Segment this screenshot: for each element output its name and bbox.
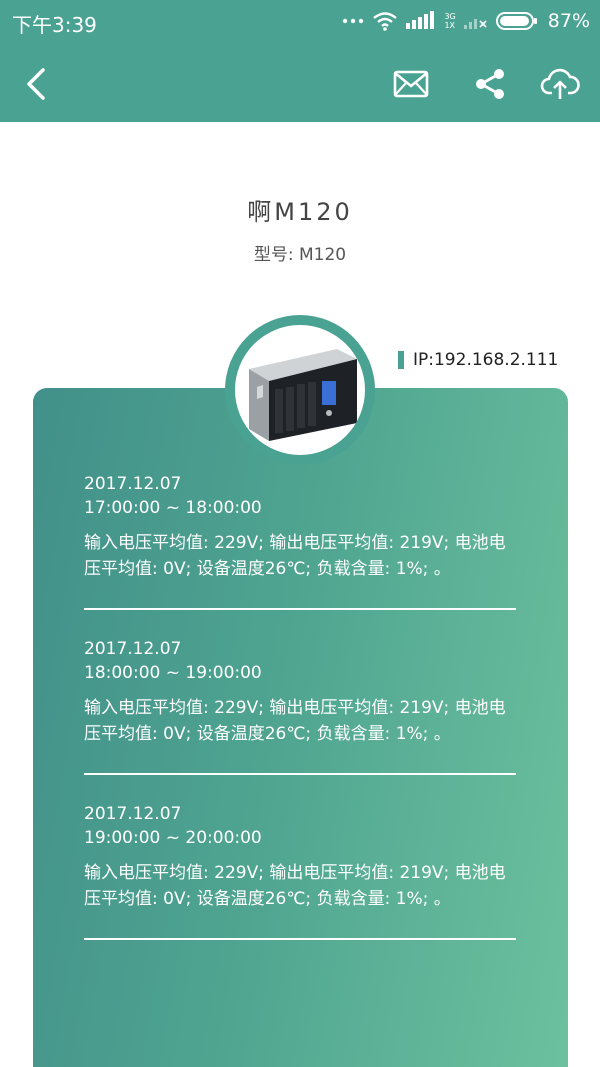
record-list: 2017.12.07 17:00:00 ~ 18:00:00 输入电压平均值: … bbox=[84, 472, 516, 967]
device-image bbox=[235, 325, 365, 455]
network-type-bottom: 1X bbox=[444, 21, 456, 30]
record-divider bbox=[84, 608, 516, 610]
back-button[interactable] bbox=[8, 56, 64, 112]
app-header: 下午3:39 3G 1X 87% bbox=[0, 0, 600, 122]
network-type: 3G 1X bbox=[444, 12, 455, 30]
ups-device-icon bbox=[249, 349, 357, 441]
record-summary: 输入电压平均值: 229V; 输出电压平均值: 219V; 电池电压平均值: 0… bbox=[84, 863, 506, 909]
status-time: 下午3:39 bbox=[12, 13, 97, 37]
battery-icon bbox=[495, 11, 538, 31]
record-date: 2017.12.07 bbox=[84, 639, 182, 659]
record-divider bbox=[84, 773, 516, 775]
share-button[interactable] bbox=[462, 56, 518, 112]
ip-marker bbox=[398, 351, 404, 369]
share-icon bbox=[476, 69, 504, 99]
status-bar: 下午3:39 3G 1X 87% bbox=[0, 0, 600, 44]
battery-percent: 87% bbox=[547, 10, 590, 32]
record-time-range: 18:00:00 ~ 19:00:00 bbox=[84, 663, 262, 683]
email-button[interactable] bbox=[383, 56, 439, 112]
record-divider bbox=[84, 938, 516, 940]
ip-address: IP:192.168.2.111 bbox=[398, 350, 558, 370]
device-model: 型号: M120 bbox=[253, 245, 347, 265]
record-date: 2017.12.07 bbox=[84, 474, 182, 494]
status-icons: 3G 1X 87% bbox=[342, 8, 590, 34]
wifi-icon bbox=[372, 11, 398, 31]
record-item: 2017.12.07 18:00:00 ~ 19:00:00 输入电压平均值: … bbox=[84, 637, 516, 747]
upload-button[interactable] bbox=[532, 56, 588, 112]
record-item: 2017.12.07 19:00:00 ~ 20:00:00 输入电压平均值: … bbox=[84, 802, 516, 912]
network-type-top: 3G bbox=[444, 12, 456, 21]
navigation-bar bbox=[0, 44, 600, 122]
signal-weak-icon bbox=[463, 11, 488, 31]
ip-text: IP:192.168.2.111 bbox=[413, 350, 559, 370]
record-time-range: 19:00:00 ~ 20:00:00 bbox=[84, 828, 262, 848]
signal-strong-icon bbox=[406, 11, 436, 31]
device-avatar bbox=[225, 315, 375, 465]
chevron-left-icon bbox=[27, 68, 45, 100]
record-time-range: 17:00:00 ~ 18:00:00 bbox=[84, 498, 262, 518]
cloud-upload-icon bbox=[540, 68, 580, 99]
record-date: 2017.12.07 bbox=[84, 804, 182, 824]
record-summary: 输入电压平均值: 229V; 输出电压平均值: 219V; 电池电压平均值: 0… bbox=[84, 698, 506, 744]
mail-icon bbox=[393, 70, 429, 98]
record-summary: 输入电压平均值: 229V; 输出电压平均值: 219V; 电池电压平均值: 0… bbox=[84, 533, 506, 579]
record-item: 2017.12.07 17:00:00 ~ 18:00:00 输入电压平均值: … bbox=[84, 472, 516, 582]
device-name: 啊M120 bbox=[247, 198, 353, 226]
more-dots-icon bbox=[342, 17, 364, 25]
